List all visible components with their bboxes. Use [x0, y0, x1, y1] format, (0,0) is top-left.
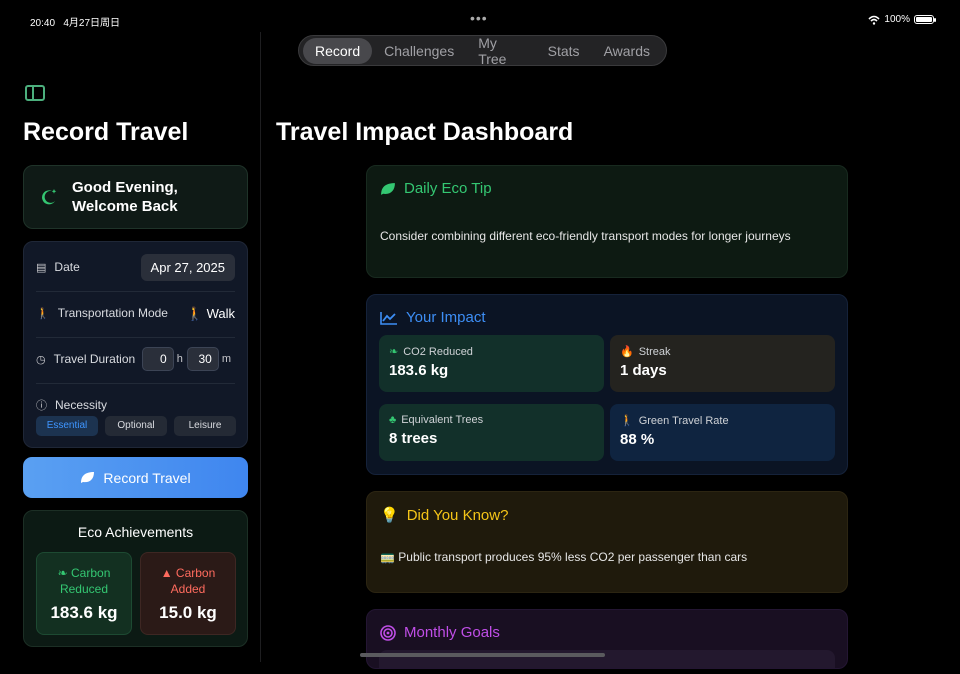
- target-icon: [380, 624, 396, 641]
- date-label: Date: [54, 260, 80, 274]
- tree-icon: ♣: [389, 414, 397, 426]
- flame-icon: 🔥: [620, 346, 634, 358]
- leaf-icon: ❧: [389, 346, 399, 358]
- walk-icon: 🚶: [186, 306, 207, 321]
- hours-input[interactable]: 0: [141, 347, 174, 371]
- walking-icon: 🚶: [36, 307, 50, 320]
- wifi-icon: [868, 15, 880, 25]
- tab-bar: Record Challenges My Tree Stats Awards: [298, 35, 667, 67]
- multitasking-dots[interactable]: •••: [470, 10, 488, 26]
- tab-record[interactable]: Record: [303, 37, 373, 64]
- lightbulb-icon: 💡: [380, 507, 399, 524]
- carbon-added-box: ▲ Carbon Added 15.0 kg: [140, 552, 236, 635]
- green-travel-rate-value: 88 %: [620, 431, 655, 448]
- know-text: 🚃 Public transport produces 95% less CO2…: [380, 550, 748, 564]
- tip-header: Daily Eco Tip: [380, 180, 492, 197]
- goals-header: Monthly Goals: [380, 624, 500, 641]
- travel-form: ▤ Date Apr 27, 2025 🚶 Transportation Mod…: [23, 241, 248, 448]
- tab-challenges[interactable]: Challenges: [372, 38, 466, 64]
- battery-icon: [914, 15, 936, 24]
- tab-awards[interactable]: Awards: [592, 38, 662, 64]
- necessity-label: Necessity: [55, 398, 108, 412]
- battery-percent: 100%: [884, 14, 910, 25]
- leaf-icon: [381, 182, 395, 195]
- tab-my-tree[interactable]: My Tree: [466, 30, 535, 72]
- carbon-reduced-value: 183.6 kg: [50, 603, 118, 622]
- necessity-leisure[interactable]: Leisure: [174, 416, 236, 436]
- hours-unit: h: [176, 353, 183, 365]
- status-time: 20:40 4月27日周日: [30, 18, 121, 29]
- calendar-icon: ▤: [36, 261, 47, 274]
- carbon-added-value: 15.0 kg: [159, 603, 217, 622]
- tab-stats[interactable]: Stats: [536, 38, 592, 64]
- duration-label: Travel Duration: [53, 352, 136, 366]
- greeting-text: Good Evening, Welcome Back: [72, 179, 178, 215]
- leaf-icon: [81, 472, 95, 483]
- carbon-reduced-label: ❧ Carbon Reduced: [57, 566, 111, 596]
- moon-icon: [42, 189, 57, 205]
- mode-picker[interactable]: 🚶 Walk: [187, 306, 235, 322]
- necessity-optional[interactable]: Optional: [105, 416, 167, 436]
- walking-icon: 🚶: [620, 415, 634, 427]
- carbon-added-label: ▲ Carbon Added: [160, 566, 216, 596]
- eco-achievements-card: Eco Achievements ❧ Carbon Reduced 183.6 k…: [23, 510, 248, 647]
- status-indicators: 100%: [868, 14, 936, 25]
- minutes-input[interactable]: 30: [186, 347, 219, 371]
- streak-value: 1 days: [620, 362, 667, 379]
- date-picker[interactable]: Apr 27, 2025: [140, 254, 235, 281]
- info-icon: ⓘ: [36, 400, 47, 412]
- separator: [36, 291, 235, 292]
- duration-inputs: 0 h 30 m: [141, 347, 235, 371]
- separator: [36, 383, 235, 384]
- clock-icon: ◷: [36, 353, 46, 366]
- monthly-goals-card: Monthly Goals: [366, 609, 848, 669]
- streak-stat: 🔥 Streak 1 days: [610, 335, 835, 392]
- co2-reduced-value: 183.6 kg: [389, 362, 449, 379]
- sidebar-toggle-icon[interactable]: [25, 85, 45, 101]
- dashboard-title: Travel Impact Dashboard: [276, 118, 574, 146]
- equivalent-trees-value: 8 trees: [389, 430, 438, 447]
- green-travel-rate-stat: 🚶 Green Travel Rate 88 %: [610, 404, 835, 461]
- home-indicator[interactable]: [360, 653, 605, 657]
- equivalent-trees-stat: ♣ Equivalent Trees 8 trees: [379, 404, 604, 461]
- tram-icon: 🚃: [380, 550, 399, 564]
- leaf-icon: ❧: [57, 566, 72, 580]
- necessity-essential[interactable]: Essential: [36, 416, 98, 436]
- tip-text: Consider combining different eco-friendl…: [380, 229, 791, 243]
- impact-header: Your Impact: [380, 309, 486, 326]
- record-travel-button[interactable]: Record Travel: [23, 457, 248, 498]
- necessity-row: ⓘ Necessity: [36, 397, 235, 413]
- chart-line-icon: [380, 311, 397, 325]
- carbon-reduced-box: ❧ Carbon Reduced 183.6 kg: [36, 552, 132, 635]
- sidebar-title: Record Travel: [23, 118, 189, 146]
- your-impact-card: Your Impact ❧ CO2 Reduced 183.6 kg 🔥 Strea…: [366, 294, 848, 475]
- minutes-unit: m: [221, 353, 231, 365]
- co2-reduced-stat: ❧ CO2 Reduced 183.6 kg: [379, 335, 604, 392]
- know-header: 💡 Did You Know?: [380, 506, 509, 525]
- warning-icon: ▲: [160, 566, 176, 580]
- did-you-know-card: 💡 Did You Know? 🚃 Public transport produ…: [366, 491, 848, 593]
- achievements-title: Eco Achievements: [77, 524, 194, 540]
- mode-label: Transportation Mode: [57, 306, 168, 320]
- daily-eco-tip-card: Daily Eco Tip Consider combining differe…: [366, 165, 848, 278]
- column-divider: [260, 32, 261, 662]
- separator: [36, 337, 235, 338]
- greeting-card: Good Evening, Welcome Back: [23, 165, 248, 229]
